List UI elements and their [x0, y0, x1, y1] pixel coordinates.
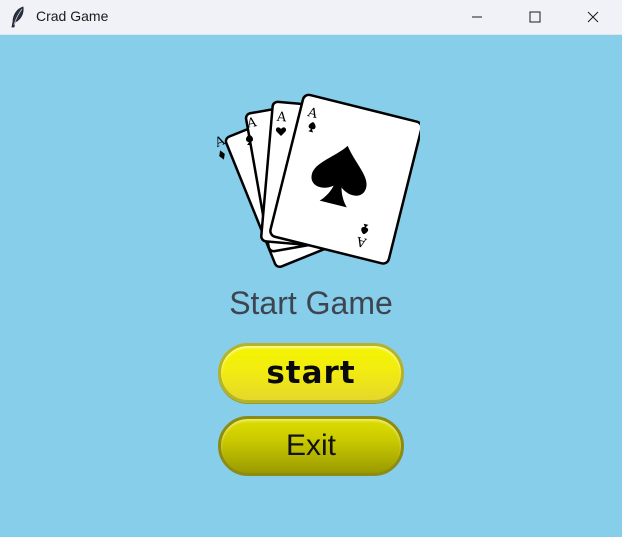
exit-button[interactable]: Exit	[218, 416, 404, 476]
maximize-button[interactable]	[506, 0, 564, 34]
svg-text:A: A	[275, 110, 287, 126]
start-button-label: start	[266, 355, 356, 391]
maximize-icon	[529, 11, 541, 23]
main-content: A A A A A Start Game start Exit	[0, 35, 622, 537]
minimize-button[interactable]	[448, 0, 506, 34]
start-button[interactable]: start	[218, 343, 404, 403]
close-icon	[587, 11, 599, 23]
playing-cards-aces-icon: A A A A A	[205, 93, 423, 278]
app-window: Crad Game A A A A A Start Game start Exi…	[0, 0, 622, 537]
title-bar[interactable]: Crad Game	[0, 0, 622, 35]
window-title: Crad Game	[36, 8, 109, 24]
feather-icon	[10, 6, 26, 28]
close-button[interactable]	[564, 0, 622, 34]
exit-button-label: Exit	[285, 429, 336, 462]
minimize-icon	[471, 11, 483, 23]
page-title: Start Game	[229, 285, 393, 321]
